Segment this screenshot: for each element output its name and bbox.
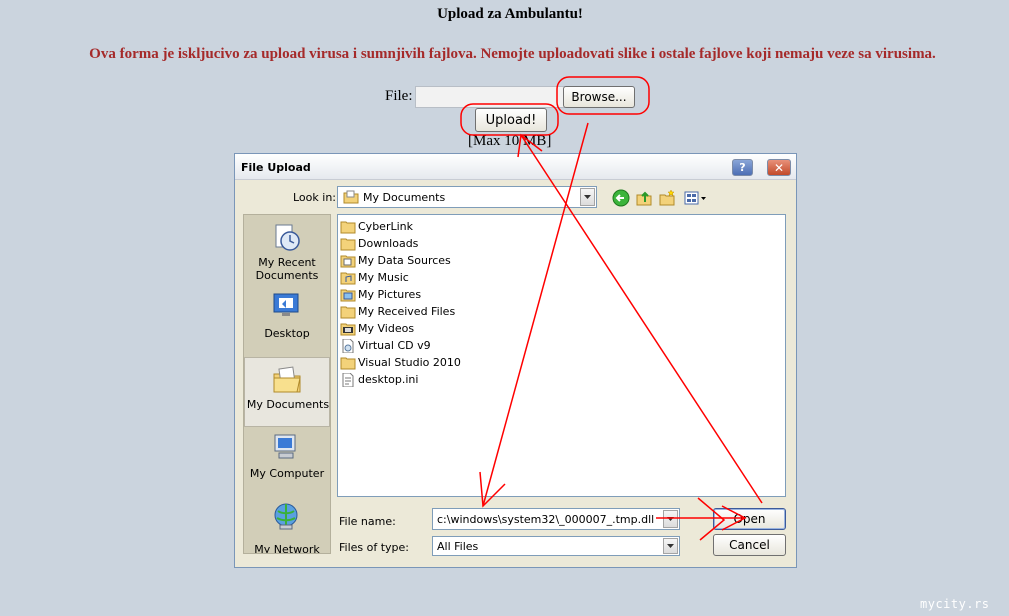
my-documents-icon: [343, 190, 359, 204]
upload-button[interactable]: Upload!: [475, 108, 547, 132]
close-button[interactable]: ✕: [767, 159, 791, 176]
new-folder-icon[interactable]: [658, 189, 676, 207]
my-network-icon: [274, 503, 298, 530]
my-documents-icon: [273, 366, 301, 393]
file-path-input[interactable]: [415, 86, 565, 108]
data-sources-folder-icon: [340, 255, 356, 268]
warning-text: Ova forma je iskljucivo za upload virusa…: [89, 46, 936, 62]
file-name-value: c:\windows\system32\_000007_.tmp.dll: [437, 513, 655, 526]
file-name-chevron-down-icon[interactable]: [663, 510, 678, 528]
place-label: My Documents: [246, 398, 330, 411]
file-icon: [342, 339, 354, 353]
up-folder-icon[interactable]: [635, 189, 653, 207]
file-type-value: All Files: [437, 540, 479, 553]
dialog-title: File Upload: [241, 161, 311, 174]
open-button[interactable]: Open: [713, 508, 786, 530]
file-name: My Pictures: [358, 288, 422, 301]
views-menu-icon[interactable]: [683, 189, 707, 207]
file-list[interactable]: CyberLink Downloads My Data Sources My M…: [337, 214, 786, 497]
recent-documents-icon: [275, 224, 300, 251]
page-title: Upload za Ambulantu!: [437, 6, 583, 22]
file-name-label: File name:: [339, 515, 396, 528]
help-button[interactable]: ?: [732, 159, 753, 176]
place-my-documents[interactable]: My Documents: [244, 357, 330, 427]
file-name: My Music: [358, 271, 409, 284]
videos-folder-icon: [340, 323, 356, 336]
file-name: My Data Sources: [358, 254, 451, 267]
file-name: CyberLink: [358, 220, 413, 233]
file-name: My Videos: [358, 322, 415, 335]
place-label: My Recent Documents: [255, 256, 319, 282]
file-name: desktop.ini: [358, 373, 419, 386]
file-type-label: Files of type:: [339, 541, 410, 554]
ini-file-icon: [342, 373, 354, 387]
back-icon[interactable]: [612, 189, 630, 207]
place-label: Desktop: [264, 327, 310, 340]
cancel-button[interactable]: Cancel: [713, 534, 786, 556]
look-in-value: My Documents: [363, 191, 446, 204]
places-bar: My Recent Documents Desktop My Documents: [243, 214, 331, 554]
folder-icon: [340, 238, 356, 251]
browse-button[interactable]: Browse...: [563, 86, 635, 108]
my-computer-icon: [274, 434, 296, 459]
place-label: My Computer: [249, 467, 325, 480]
pictures-folder-icon: [340, 289, 356, 302]
place-desktop[interactable]: Desktop: [244, 287, 330, 357]
file-type-dropdown[interactable]: All Files: [432, 536, 680, 556]
file-name: Visual Studio 2010: [358, 356, 461, 369]
file-label: File:: [385, 88, 413, 104]
file-name: Downloads: [358, 237, 419, 250]
folder-icon: [340, 306, 356, 319]
place-my-computer[interactable]: My Computer: [244, 427, 330, 497]
file-name: Virtual CD v9: [358, 339, 431, 352]
file-name-input[interactable]: c:\windows\system32\_000007_.tmp.dll: [432, 508, 680, 530]
file-upload-dialog: File Upload ? ✕ Look in: My Documents My…: [234, 153, 797, 568]
folder-icon: [340, 221, 356, 234]
dialog-titlebar[interactable]: File Upload ? ✕: [235, 154, 796, 180]
file-type-chevron-down-icon[interactable]: [663, 538, 678, 554]
watermark: mycity.rs: [920, 597, 990, 611]
look-in-label: Look in:: [293, 191, 336, 204]
music-folder-icon: [340, 272, 356, 285]
file-name: My Received Files: [358, 305, 456, 318]
look-in-dropdown[interactable]: My Documents: [337, 186, 597, 208]
folder-icon: [340, 357, 356, 370]
place-my-recent-documents[interactable]: My Recent Documents: [244, 217, 330, 287]
place-my-network[interactable]: My Network: [244, 497, 330, 554]
max-size-note: [Max 10 MB]: [468, 133, 552, 149]
place-label: My Network: [254, 543, 320, 554]
desktop-icon: [273, 293, 299, 316]
look-in-chevron-down-icon[interactable]: [580, 188, 595, 206]
